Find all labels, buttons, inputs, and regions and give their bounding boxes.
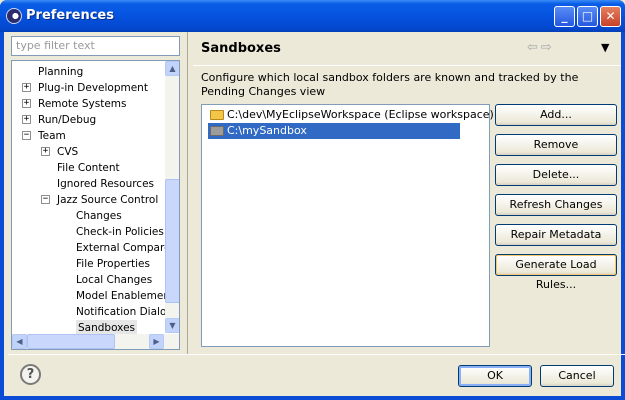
tree-item-label: Local Changes bbox=[76, 274, 153, 286]
expand-icon[interactable]: + bbox=[22, 99, 31, 108]
scroll-down-button[interactable]: ▼ bbox=[165, 318, 179, 333]
tree-vertical-scrollbar[interactable]: ▲ ▼ bbox=[165, 61, 179, 333]
ok-button[interactable]: OK bbox=[458, 365, 532, 387]
tree-item-label: Changes bbox=[76, 210, 122, 222]
sandbox-list-item[interactable]: C:\mySandbox bbox=[208, 123, 460, 139]
title-bar[interactable]: Preferences _ □ ✕ bbox=[0, 0, 625, 32]
tree-item-label: Planning bbox=[38, 66, 84, 78]
tree-item-label: External Compare bbox=[76, 242, 171, 254]
scroll-right-button[interactable]: ▶ bbox=[149, 334, 164, 349]
preferences-window: Preferences _ □ ✕ type filter text Sandb… bbox=[0, 0, 625, 400]
tree-item[interactable]: Local Changes bbox=[12, 272, 164, 288]
remove-button[interactable]: Remove bbox=[495, 134, 617, 156]
collapse-icon[interactable]: − bbox=[41, 195, 50, 204]
header-separator bbox=[193, 65, 621, 66]
tree-item-label: Jazz Source Control bbox=[57, 194, 159, 206]
tree-item[interactable]: File Content bbox=[12, 160, 164, 176]
tree-item[interactable]: Planning bbox=[12, 64, 164, 80]
tree-item[interactable]: Notification Dialog bbox=[12, 304, 173, 320]
chevron-down-icon[interactable]: ▼ bbox=[601, 41, 609, 54]
dialog-client-area: type filter text Sandboxes Notification D… bbox=[4, 32, 625, 396]
scroll-left-button[interactable]: ◀ bbox=[12, 334, 27, 349]
window-title: Preferences bbox=[26, 8, 114, 23]
tree-item-label: Ignored Resources bbox=[57, 178, 155, 190]
tree-item[interactable]: − Jazz Source Control bbox=[12, 192, 164, 208]
repair-metadata-button[interactable]: Repair Metadata bbox=[495, 224, 617, 246]
sandbox-list[interactable]: C:\dev\MyEclipseWorkspace (Eclipse works… bbox=[201, 104, 494, 347]
scroll-thumb-horizontal[interactable] bbox=[27, 334, 115, 349]
tree-item-label: Check-in Policies bbox=[76, 226, 164, 238]
tree-item[interactable]: + Plug-in Development bbox=[12, 80, 164, 96]
open-folder-icon bbox=[210, 110, 224, 120]
tree-item-label: Notification Dialog bbox=[76, 306, 174, 318]
tree-item-label: File Content bbox=[57, 162, 120, 174]
maximize-button[interactable]: □ bbox=[577, 6, 598, 27]
tree-item-label: File Properties bbox=[76, 258, 150, 270]
tree-item-label: Run/Debug bbox=[38, 114, 97, 126]
scroll-up-button[interactable]: ▲ bbox=[165, 61, 179, 76]
tree-item[interactable]: − Team bbox=[12, 128, 164, 144]
refresh-changes-button[interactable]: Refresh Changes bbox=[495, 194, 617, 216]
eclipse-icon bbox=[6, 8, 22, 24]
scroll-thumb-vertical[interactable] bbox=[165, 179, 179, 303]
tree-item[interactable]: Check-in Policies bbox=[12, 224, 164, 240]
tree-item[interactable]: + Run/Debug bbox=[12, 112, 164, 128]
forward-arrow-icon[interactable]: ⇨ bbox=[541, 40, 552, 55]
tree-item-label: Plug-in Development bbox=[38, 82, 148, 94]
expand-icon[interactable]: + bbox=[22, 115, 31, 124]
tree-horizontal-scrollbar[interactable]: ◀ ▶ bbox=[12, 334, 179, 349]
sandbox-path: C:\dev\MyEclipseWorkspace (Eclipse works… bbox=[227, 108, 494, 121]
tree-item-label: Model Enablement bbox=[76, 290, 175, 302]
cancel-button[interactable]: Cancel bbox=[540, 365, 614, 387]
delete-button[interactable]: Delete... bbox=[495, 164, 617, 186]
page-navigation: ⇦ ⇨ bbox=[527, 40, 555, 55]
close-button[interactable]: ✕ bbox=[600, 6, 621, 27]
page-title: Sandboxes bbox=[201, 41, 281, 56]
expand-icon[interactable]: + bbox=[22, 83, 31, 92]
sandbox-path: C:\mySandbox bbox=[227, 124, 307, 137]
generate-load-rules-button[interactable]: Generate Load Rules... bbox=[495, 254, 617, 291]
back-arrow-icon[interactable]: ⇦ bbox=[527, 40, 538, 55]
tree-item[interactable]: + CVS bbox=[12, 144, 164, 160]
collapse-icon[interactable]: − bbox=[22, 131, 31, 140]
pane-divider[interactable] bbox=[187, 32, 188, 354]
tree-item[interactable]: Changes bbox=[12, 208, 164, 224]
minimize-button[interactable]: _ bbox=[554, 6, 575, 27]
tree-item-label: Team bbox=[38, 130, 66, 142]
tree-item-label: CVS bbox=[57, 146, 79, 158]
tree-item-label: Remote Systems bbox=[38, 98, 127, 110]
tree-item[interactable]: File Properties bbox=[12, 256, 164, 272]
tree-item[interactable]: External Compare bbox=[12, 240, 171, 256]
add-button[interactable]: Add... bbox=[495, 104, 617, 126]
tree-item[interactable]: Model Enablement bbox=[12, 288, 174, 304]
footer-separator bbox=[8, 354, 625, 355]
sandbox-list-item[interactable]: C:\dev\MyEclipseWorkspace (Eclipse works… bbox=[208, 107, 494, 123]
tree-item[interactable]: Ignored Resources bbox=[12, 176, 164, 192]
expand-icon[interactable]: + bbox=[41, 147, 50, 156]
tree-item[interactable]: + Remote Systems bbox=[12, 96, 164, 112]
page-description: Configure which local sandbox folders ar… bbox=[201, 71, 579, 98]
filter-input[interactable]: type filter text bbox=[11, 36, 180, 56]
folder-icon bbox=[210, 126, 224, 136]
preferences-tree: Sandboxes Notification Dialog Model Enable… bbox=[11, 60, 180, 350]
help-icon[interactable]: ? bbox=[20, 364, 41, 385]
